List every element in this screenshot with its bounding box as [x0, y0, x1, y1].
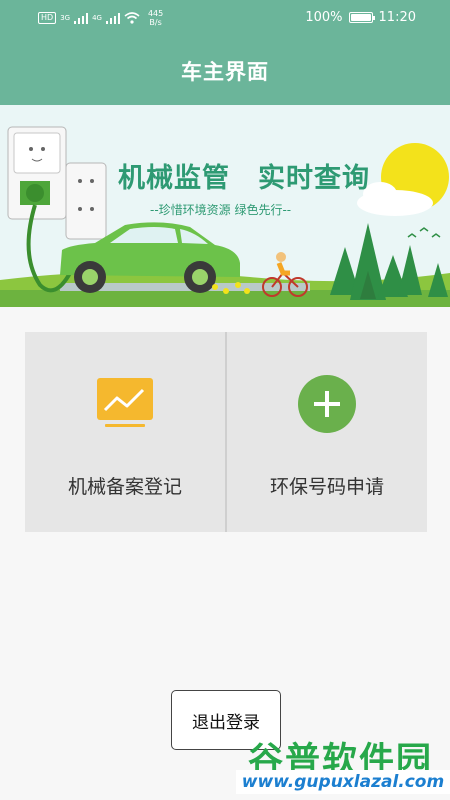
speed-value: 445 — [147, 9, 164, 18]
function-grid: 机械备案登记 环保号码申请 — [25, 332, 427, 532]
eco-number-application-tile[interactable]: 环保号码申请 — [227, 332, 427, 532]
eco-number-application-label: 环保号码申请 — [269, 476, 384, 498]
signal-icon — [105, 12, 120, 24]
chart-monitor-icon — [97, 378, 153, 427]
watermark-url: www.gupuxlazal.com — [236, 770, 450, 794]
signal-icon — [74, 12, 89, 24]
title-bar: 车主界面 — [0, 36, 450, 105]
banner-headline: 机械监管 实时查询 — [118, 163, 370, 194]
watermark: 谷普软件园 www.gupuxlazal.com — [236, 728, 450, 800]
network-type-2: 4G — [92, 14, 102, 22]
speed-unit: B/s — [149, 18, 162, 27]
plus-circle-icon — [298, 375, 356, 433]
battery-percent: 100% — [305, 10, 343, 25]
status-bar: HD 3G 4G 445 B/s 100% 11:20 — [0, 0, 450, 36]
clock: 11:20 — [378, 10, 416, 25]
network-type-1: 3G — [60, 14, 71, 22]
hd-badge: HD — [38, 12, 57, 24]
machine-registration-tile[interactable]: 机械备案登记 — [25, 332, 225, 532]
app-header: HD 3G 4G 445 B/s 100% 11:20 车主界面 — [0, 0, 450, 105]
banner-slogan: --珍惜环境资源 绿色先行-- — [150, 203, 292, 217]
network-speed: 445 B/s — [148, 9, 163, 27]
wifi-icon — [124, 12, 140, 24]
page-title: 车主界面 — [181, 59, 269, 84]
machine-registration-label: 机械备案登记 — [67, 476, 182, 498]
banner: 机械监管 实时查询 --珍惜环境资源 绿色先行-- — [0, 105, 450, 307]
battery-icon — [348, 12, 375, 23]
